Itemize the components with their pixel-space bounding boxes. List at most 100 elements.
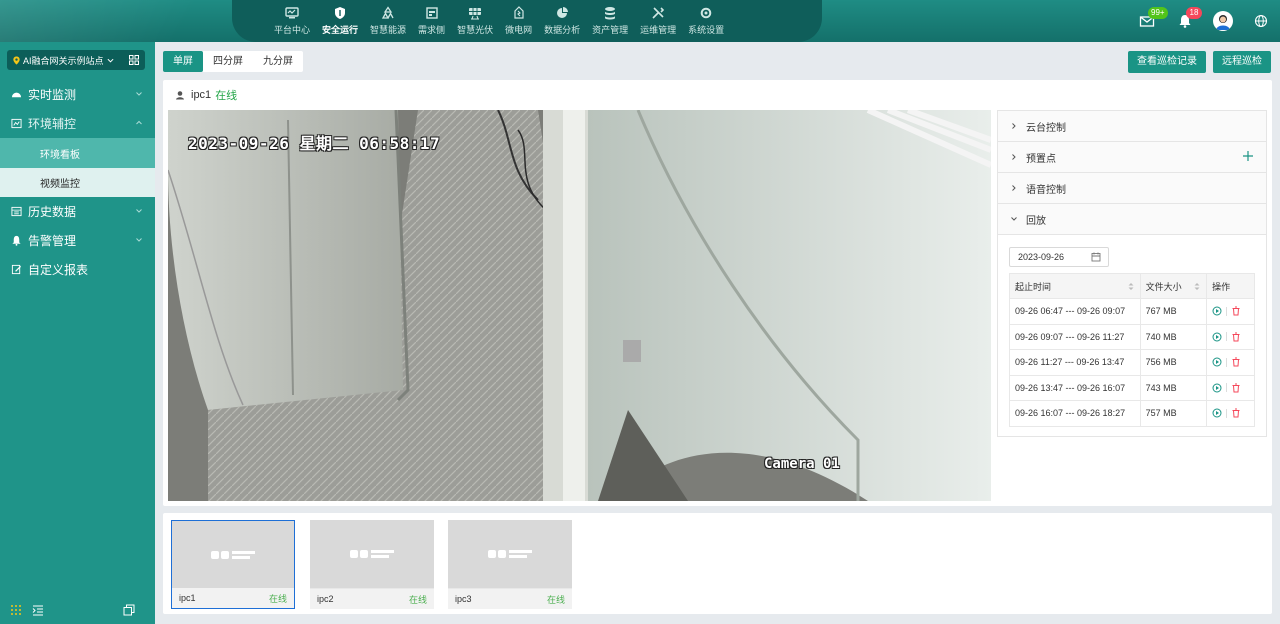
tab-single-screen[interactable]: 单屏 <box>163 51 203 72</box>
nav-asset-management[interactable]: 资产管理 <box>586 0 634 42</box>
nav-label: 平台中心 <box>274 25 311 35</box>
record-actions <box>1206 298 1255 325</box>
camera-thumbnail-ipc2[interactable]: ipc2 在线 <box>310 520 434 609</box>
window-copy-icon[interactable] <box>123 604 135 616</box>
thumbnail-caption: ipc1 在线 <box>172 588 294 608</box>
nav-platform-center[interactable]: 平台中心 <box>268 0 316 42</box>
playback-date-picker[interactable]: 2023-09-26 <box>1009 247 1109 267</box>
sidebar-item-history[interactable]: 历史数据 <box>0 197 155 226</box>
top-bar: 平台中心 安全运行 智慧能源 需求侧 智慧光伏 微电网 数据分析 资产管理 运维… <box>0 0 1280 42</box>
divider <box>1226 306 1228 316</box>
delete-icon[interactable] <box>1231 306 1241 316</box>
playback-body: 2023-09-26 起止时间 文件大小 操作 09-26 06:47 --- <box>998 235 1266 439</box>
record-size: 756 MB <box>1139 349 1208 376</box>
sort-icon <box>1128 283 1134 290</box>
playback-date: 2023-09-26 <box>1018 252 1065 262</box>
menu-indent-icon[interactable] <box>32 604 44 616</box>
tab-four-screen[interactable]: 四分屏 <box>203 51 253 72</box>
tab-nine-screen[interactable]: 九分屏 <box>253 51 303 72</box>
calendar-icon <box>424 6 440 20</box>
video-timestamp: 2023-09-26 星期二 06:58:17 <box>188 134 441 153</box>
delete-icon[interactable] <box>1231 408 1241 418</box>
camera-name: ipc1 <box>191 89 212 101</box>
thumbnail-status: 在线 <box>408 594 427 605</box>
nav-demand-side[interactable]: 需求侧 <box>412 0 451 42</box>
presets-section[interactable]: 预置点 <box>998 142 1266 173</box>
record-time: 09-26 09:07 --- 09-26 11:27 <box>1009 323 1141 350</box>
play-icon[interactable] <box>1212 408 1222 418</box>
top-nav: 平台中心 安全运行 智慧能源 需求侧 智慧光伏 微电网 数据分析 资产管理 运维… <box>268 0 730 42</box>
apps-grid-icon[interactable] <box>10 604 22 616</box>
playback-section[interactable]: 回放 <box>998 204 1266 235</box>
thumbnail-name: ipc1 <box>179 593 196 603</box>
view-inspection-records-button[interactable]: 查看巡检记录 <box>1128 51 1206 73</box>
column-time[interactable]: 起止时间 <box>1009 273 1141 299</box>
chevron-right-icon <box>1012 154 1016 160</box>
camera-thumbnail-ipc1[interactable]: ipc1 在线 <box>171 520 295 609</box>
station-grid-icon[interactable] <box>129 55 139 65</box>
section-title: 语音控制 <box>1026 184 1066 196</box>
mail-button[interactable]: 99+ <box>1128 0 1168 42</box>
grid-icon <box>511 6 527 20</box>
section-title: 回放 <box>1026 215 1046 227</box>
divider <box>1226 383 1228 393</box>
remote-inspection-button[interactable]: 远程巡检 <box>1213 51 1271 73</box>
globe-button[interactable] <box>1242 0 1280 42</box>
nav-data-analysis[interactable]: 数据分析 <box>538 0 586 42</box>
column-size[interactable]: 文件大小 <box>1139 273 1208 299</box>
nav-smart-pv[interactable]: 智慧光伏 <box>451 0 499 42</box>
sidebar-item-env-control[interactable]: 环境辅控 <box>0 109 155 138</box>
shield-icon <box>332 6 348 20</box>
notification-button[interactable]: 18 <box>1166 0 1204 42</box>
station-selector[interactable]: AI融合网关示例站点 <box>7 50 145 70</box>
nav-system-settings[interactable]: 系统设置 <box>682 0 730 42</box>
thumbnail-status: 在线 <box>546 594 565 605</box>
record-actions <box>1206 374 1255 401</box>
play-icon[interactable] <box>1212 383 1222 393</box>
sidebar-subitem-video-monitor[interactable]: 视频监控 <box>0 168 155 197</box>
recording-table: 起止时间 文件大小 操作 09-26 06:47 --- 09-26 09:07… <box>1009 273 1255 427</box>
report-edit-icon <box>10 264 22 276</box>
nav-label: 安全运行 <box>322 25 359 35</box>
column-label: 文件大小 <box>1145 281 1182 292</box>
camera-brand-logo-icon <box>211 551 255 559</box>
nav-operation-maintenance[interactable]: 运维管理 <box>634 0 682 42</box>
record-actions <box>1206 349 1255 376</box>
chevron-right-icon <box>1012 185 1016 191</box>
nav-safe-operation[interactable]: 安全运行 <box>316 0 364 42</box>
sidebar-item-label: 自定义报表 <box>28 263 89 277</box>
video-panel: ipc1 在线 2023-09-26 星期二 06:58:17 Camera 0… <box>163 80 1272 506</box>
video-player[interactable]: 2023-09-26 星期二 06:58:17 Camera 01 <box>168 110 991 501</box>
mail-badge: 99+ <box>1148 7 1168 19</box>
sidebar-subitem-env-board[interactable]: 环境看板 <box>0 138 155 168</box>
nav-label: 资产管理 <box>592 25 629 35</box>
delete-icon[interactable] <box>1231 332 1241 342</box>
nav-smart-energy[interactable]: 智慧能源 <box>364 0 412 42</box>
play-icon[interactable] <box>1212 357 1222 367</box>
record-time: 09-26 13:47 --- 09-26 16:07 <box>1009 374 1141 401</box>
play-icon[interactable] <box>1212 306 1222 316</box>
user-avatar-button[interactable] <box>1204 0 1242 42</box>
sidebar-item-alarm[interactable]: 告警管理 <box>0 226 155 255</box>
thumbnail-caption: ipc2 在线 <box>310 589 434 609</box>
record-size: 757 MB <box>1139 400 1208 427</box>
section-title: 预置点 <box>1026 153 1056 165</box>
add-preset-icon[interactable] <box>1242 150 1254 162</box>
record-time: 09-26 06:47 --- 09-26 09:07 <box>1009 298 1141 325</box>
nav-label: 数据分析 <box>544 25 581 35</box>
alarm-icon <box>10 235 22 247</box>
nav-microgrid[interactable]: 微电网 <box>499 0 538 42</box>
sidebar-item-label: 实时监测 <box>28 88 77 102</box>
sidebar-item-realtime[interactable]: 实时监测 <box>0 80 155 109</box>
logo-area <box>0 0 260 42</box>
play-icon[interactable] <box>1212 332 1222 342</box>
nav-label: 运维管理 <box>640 25 677 35</box>
ptz-control-section[interactable]: 云台控制 <box>998 111 1266 142</box>
sidebar-item-label: 历史数据 <box>28 205 77 219</box>
camera-thumbnail-ipc3[interactable]: ipc3 在线 <box>448 520 572 609</box>
nav-label: 系统设置 <box>688 25 725 35</box>
voice-control-section[interactable]: 语音控制 <box>998 173 1266 204</box>
delete-icon[interactable] <box>1231 357 1241 367</box>
sidebar-item-custom-report[interactable]: 自定义报表 <box>0 255 155 284</box>
delete-icon[interactable] <box>1231 383 1241 393</box>
